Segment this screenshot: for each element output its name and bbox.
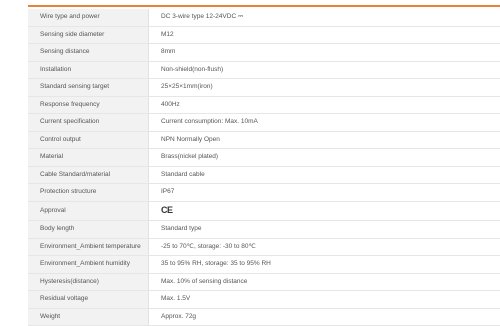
spec-value: Standard type: [149, 221, 500, 239]
spec-row-material: Material Brass(nickel plated): [28, 149, 500, 167]
spec-label: Residual voltage: [28, 291, 149, 309]
spec-label: Material: [28, 149, 149, 167]
spec-row-sensing-target: Standard sensing target 25×25×1mm(iron): [28, 79, 500, 97]
spec-row-ambient-humidity: Environment_Ambient humidity 35 to 95% R…: [28, 256, 500, 274]
spec-row-current: Current specification Current consumptio…: [28, 114, 500, 132]
spec-label: Sensing distance: [28, 44, 149, 62]
spec-row-cable: Cable Standard/material Standard cable: [28, 166, 500, 184]
spec-row-hysteresis: Hysteresis(distance) Max. 10% of sensing…: [28, 273, 500, 291]
spec-value: M12: [149, 26, 500, 44]
spec-value: DC 3-wire type 12-24VDC ⎓: [149, 9, 500, 26]
spec-value: 35 to 95% RH, storage: 35 to 95% RH: [149, 256, 500, 274]
spec-label: Wire type and power: [28, 9, 149, 26]
spec-value: NPN Normally Open: [149, 131, 500, 149]
ce-mark-icon: CE: [161, 205, 173, 215]
specifications-table: Wire type and power DC 3-wire type 12-24…: [28, 9, 500, 326]
spec-value: IP67: [149, 184, 500, 202]
spec-label: Current specification: [28, 114, 149, 132]
spec-label: Cable Standard/material: [28, 166, 149, 184]
spec-value: Non-shield(non-flush): [149, 61, 500, 79]
spec-row-wire-type: Wire type and power DC 3-wire type 12-24…: [28, 9, 500, 26]
spec-value: Brass(nickel plated): [149, 149, 500, 167]
spec-row-sensing-diameter: Sensing side diameter M12: [28, 26, 500, 44]
spec-value: 400Hz: [149, 96, 500, 114]
spec-row-response-frequency: Response frequency 400Hz: [28, 96, 500, 114]
spec-label: Standard sensing target: [28, 79, 149, 97]
spec-row-installation: Installation Non-shield(non-flush): [28, 61, 500, 79]
spec-value: Max. 10% of sensing distance: [149, 273, 500, 291]
spec-label: Environment_Ambient temperature: [28, 238, 149, 256]
spec-value: CE: [149, 201, 500, 221]
spec-label: Response frequency: [28, 96, 149, 114]
spec-row-sensing-distance: Sensing distance 8mm: [28, 44, 500, 62]
spec-label: Protection structure: [28, 184, 149, 202]
spec-value: 25×25×1mm(iron): [149, 79, 500, 97]
spec-value: 8mm: [149, 44, 500, 62]
spec-label: Control output: [28, 131, 149, 149]
spec-label: Sensing side diameter: [28, 26, 149, 44]
spec-label: Approval: [28, 201, 149, 221]
spec-label: Environment_Ambient humidity: [28, 256, 149, 274]
spec-row-body-length: Body length Standard type: [28, 221, 500, 239]
spec-value: Max. 1.5V: [149, 291, 500, 309]
spec-row-control-output: Control output NPN Normally Open: [28, 131, 500, 149]
spec-row-protection: Protection structure IP67: [28, 184, 500, 202]
spec-label: Hysteresis(distance): [28, 273, 149, 291]
spec-label: Body length: [28, 221, 149, 239]
spec-value: Current consumption: Max. 10mA: [149, 114, 500, 132]
spec-row-residual-voltage: Residual voltage Max. 1.5V: [28, 291, 500, 309]
spec-row-ambient-temperature: Environment_Ambient temperature -25 to 7…: [28, 238, 500, 256]
spec-value: Standard cable: [149, 166, 500, 184]
spec-value: -25 to 70℃, storage: -30 to 80℃: [149, 238, 500, 256]
spec-row-approval: Approval CE: [28, 201, 500, 221]
header-accent-rule: [28, 5, 500, 7]
spec-label: Installation: [28, 61, 149, 79]
